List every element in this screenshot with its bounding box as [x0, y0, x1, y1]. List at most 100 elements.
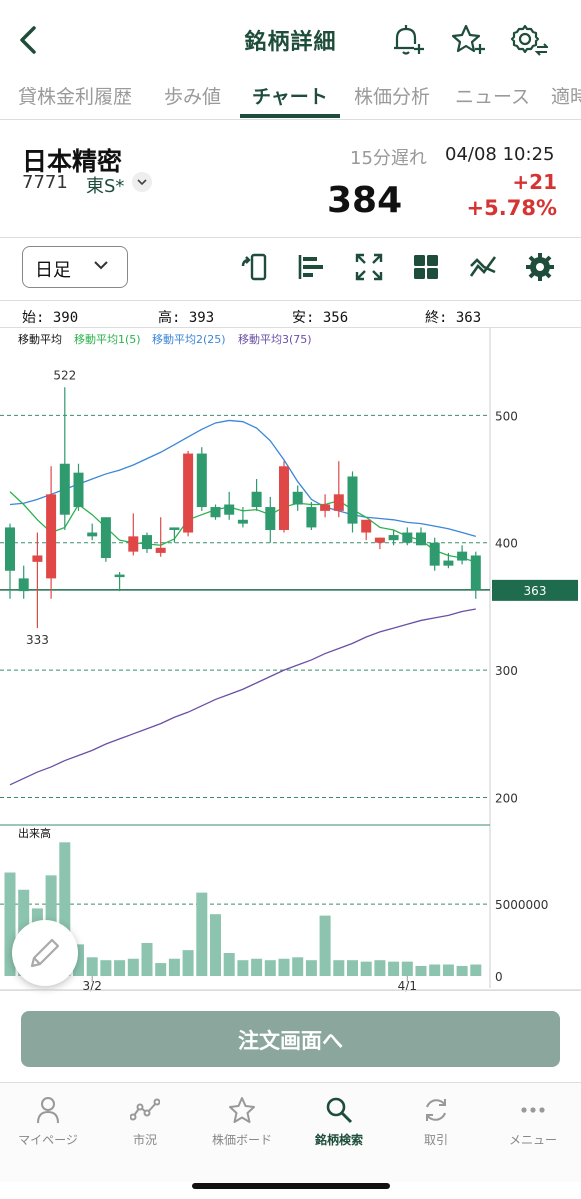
volume-bar	[223, 953, 235, 976]
candle-body	[402, 532, 413, 543]
grid-icon[interactable]	[411, 252, 441, 282]
bell-plus-icon[interactable]	[387, 20, 427, 60]
star-icon	[229, 1097, 255, 1123]
nav-stock-search[interactable]: 銘柄検索	[291, 1083, 387, 1163]
candle-body	[114, 574, 125, 578]
volume-bar	[401, 961, 413, 976]
nav-trade[interactable]: 取引	[388, 1083, 484, 1163]
candle-body	[32, 555, 43, 562]
volume-bar	[237, 960, 249, 976]
ma-legend-item: 移動平均3(75)	[238, 332, 312, 346]
volume-bar	[415, 965, 427, 976]
price-tick-label: 300	[495, 664, 518, 678]
high-value: 高: 393	[158, 310, 215, 326]
volume-bar	[114, 960, 126, 976]
expand-icon[interactable]	[354, 252, 384, 282]
open-value: 始: 390	[22, 310, 79, 326]
nav-label: マイページ	[18, 1133, 78, 1147]
volume-bar	[168, 958, 180, 976]
tab-news[interactable]: ニュース	[455, 82, 530, 109]
volume-bar	[347, 960, 358, 976]
stock-code: 7771	[22, 172, 68, 193]
candle-body	[429, 542, 440, 566]
volume-bar	[319, 915, 331, 976]
candle-body	[155, 547, 166, 553]
volume-bar	[155, 963, 167, 976]
volume-bar	[182, 950, 194, 976]
candle-body	[347, 476, 358, 524]
candle-body	[224, 504, 235, 515]
volume-title: 出来高	[18, 826, 51, 840]
nav-market[interactable]: 市況	[97, 1083, 193, 1163]
candle-body	[320, 504, 331, 511]
tab-lending-rate[interactable]: 貸株金利履歴	[18, 82, 132, 109]
star-plus-icon[interactable]	[448, 20, 488, 60]
stock-summary: 日本精密 7771 東S* 15分遅れ 04/08 10:25 384 +21 …	[0, 120, 581, 238]
volume-bar	[196, 892, 208, 976]
price-chart[interactable]: 200 300 400 500 移動平均 移動平均1(5) 移動平均2(25) 移動平均3(7…	[0, 328, 581, 1000]
volume-bar	[333, 960, 345, 976]
candle-body	[46, 494, 57, 579]
nav-label: 銘柄検索	[314, 1133, 363, 1147]
candle-body	[59, 463, 70, 515]
pencil-icon	[30, 938, 60, 968]
rotate-phone-icon[interactable]	[240, 252, 270, 282]
active-tab-indicator	[240, 114, 340, 118]
settings-swap-icon[interactable]	[508, 20, 548, 60]
line-chart-icon[interactable]	[468, 252, 498, 282]
tab-price-analysis[interactable]: 株価分析	[354, 82, 430, 109]
order-area: 注文画面へ	[0, 990, 581, 1082]
page-title: 銘柄詳細	[244, 30, 337, 55]
gear-icon[interactable]	[525, 252, 555, 282]
trade-icon	[426, 1099, 446, 1121]
candle-body	[443, 560, 454, 566]
volume-zero-label: 0	[495, 970, 503, 984]
order-screen-button[interactable]: 注文画面へ	[21, 1011, 560, 1067]
price-tick-label: 400	[495, 537, 518, 551]
tab-disclosure[interactable]: 適時	[551, 82, 581, 109]
ma3-line	[9, 608, 476, 786]
more-icon	[521, 1107, 545, 1113]
nav-label: メニュー	[508, 1133, 557, 1147]
candle-body	[196, 453, 207, 508]
bottom-navigation: マイページ 市況 株価ボード 銘柄検索 取引 メニュー	[0, 1082, 581, 1182]
volume-tick-label: 5000000	[495, 898, 548, 912]
tab-trade-history[interactable]: 歩み値	[164, 82, 221, 109]
period-label: 日足	[35, 260, 71, 281]
bar-align-icon[interactable]	[296, 252, 326, 282]
chevron-down-icon[interactable]	[132, 172, 152, 192]
period-select[interactable]: 日足	[22, 246, 128, 288]
tab-chart[interactable]: チャート	[252, 82, 328, 109]
price-change: +21	[512, 170, 557, 194]
candle-body	[18, 578, 29, 592]
volume-bar	[251, 958, 263, 976]
candle-body	[292, 491, 303, 505]
person-icon	[37, 1097, 59, 1124]
ma-legend-title: 移動平均	[18, 332, 62, 346]
low-annotation: 333	[26, 633, 49, 647]
volume-bar	[100, 960, 112, 976]
candle-body	[210, 507, 221, 518]
tab-bar: 貸株金利履歴 歩み値 チャート 株価分析 ニュース 適時	[0, 78, 581, 120]
volume-bar	[141, 942, 153, 976]
ma-legend-item: 移動平均2(25)	[152, 332, 226, 346]
volume-bar	[305, 960, 317, 976]
nav-mypage[interactable]: マイページ	[0, 1083, 96, 1163]
candle-body	[251, 491, 262, 508]
candle-body	[470, 555, 481, 590]
volume-bar	[456, 965, 468, 976]
close-value: 終: 363	[425, 310, 482, 326]
candle-body	[279, 466, 289, 530]
draw-tool-button[interactable]	[12, 920, 78, 986]
market-selector[interactable]: 東S*	[86, 172, 124, 198]
nav-price-board[interactable]: 株価ボード	[194, 1083, 290, 1163]
candle-body	[183, 453, 194, 533]
home-indicator	[192, 1183, 390, 1189]
volume-bar	[210, 914, 221, 976]
price-change-percent: +5.78%	[466, 196, 557, 220]
current-price: 384	[327, 180, 403, 221]
candle-body	[265, 507, 276, 530]
price-datetime: 04/08 10:25	[445, 144, 555, 165]
volume-bar	[442, 964, 454, 976]
nav-menu[interactable]: メニュー	[485, 1083, 581, 1163]
